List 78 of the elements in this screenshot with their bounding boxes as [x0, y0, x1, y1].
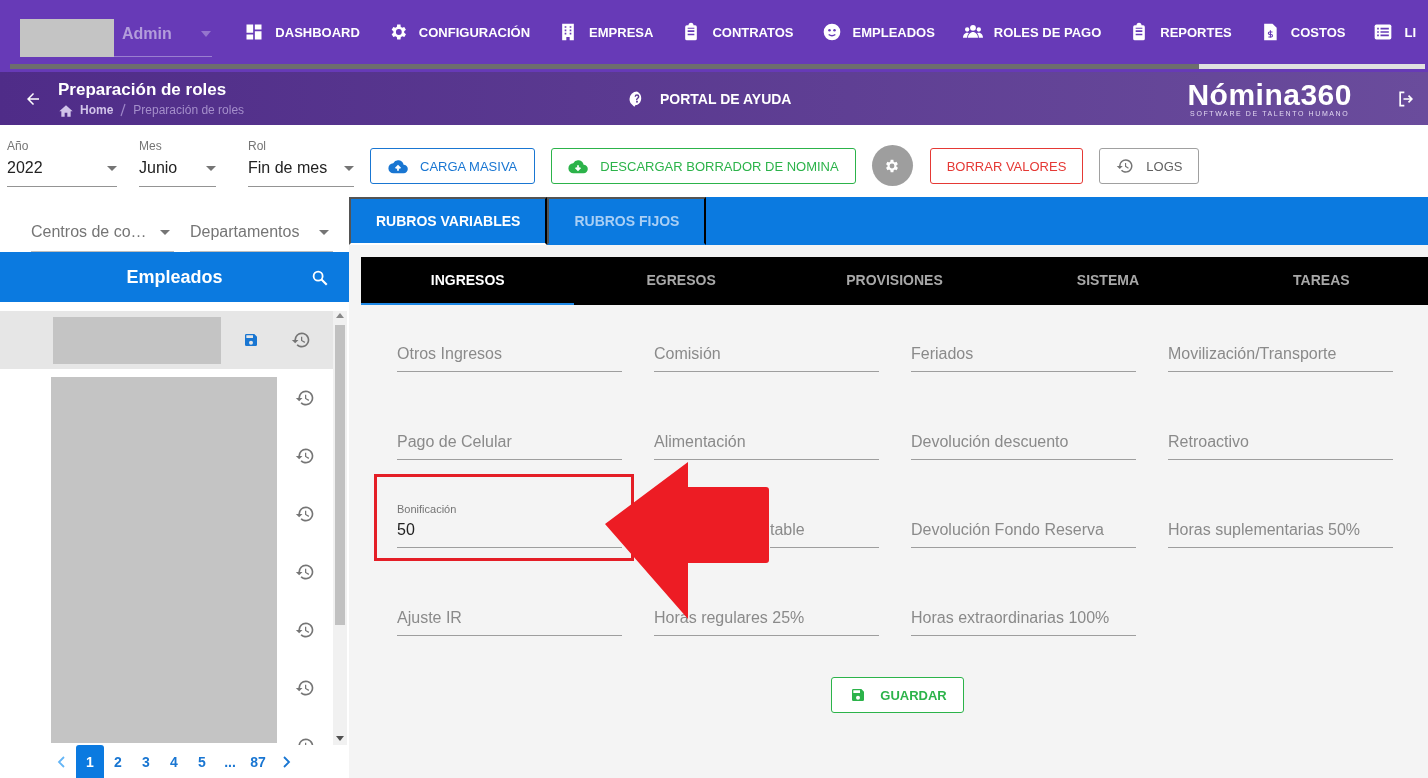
cloud-upload-icon	[388, 158, 408, 174]
tab[interactable]: SISTEMA	[1001, 257, 1215, 305]
input-field[interactable]: Comisión	[654, 312, 879, 372]
input-field[interactable]: Otros Ingresos	[397, 312, 622, 372]
scroll-down-icon	[336, 736, 344, 741]
nav-link[interactable]: CONTRATOS	[665, 12, 806, 52]
logo-text: Nómina360	[1187, 80, 1352, 110]
input-field[interactable]: table	[770, 488, 879, 548]
user-select[interactable]: Admin	[20, 11, 213, 57]
dropdown-caret-icon	[206, 165, 216, 171]
nav-link[interactable]: REPORTES	[1113, 12, 1244, 52]
page-link[interactable]: 3	[132, 745, 160, 778]
history-icon[interactable]	[295, 678, 315, 698]
input-field[interactable]: Horas extraordinarias 100%	[911, 576, 1136, 636]
dropdown-caret-icon	[344, 165, 354, 171]
caret-icon	[200, 29, 213, 38]
nav-link[interactable]: DASHBOARD	[228, 12, 372, 52]
tab[interactable]: EGRESOS	[574, 257, 788, 305]
page-title: Preparación de roles	[58, 80, 228, 100]
page-link[interactable]: 2	[104, 745, 132, 778]
slash-icon	[119, 103, 128, 117]
home-icon	[58, 103, 74, 117]
nav-link[interactable]: ROLES DE PAGO	[946, 12, 1114, 52]
nav-link[interactable]: CONFIGURACIÓN	[371, 12, 543, 52]
nav-link[interactable]: EMPLEADOS	[805, 12, 947, 52]
page-link[interactable]: 87	[244, 745, 272, 778]
page-link[interactable]: 1	[76, 745, 104, 778]
page-link[interactable]: 5	[188, 745, 216, 778]
dropdown-caret-icon	[319, 229, 329, 235]
clear-values-button[interactable]: BORRAR VALORES	[929, 148, 1084, 184]
page-link[interactable]: ...	[216, 745, 244, 778]
dropdown-caret-icon	[160, 229, 170, 235]
input-field[interactable]: Devolución Fondo Reserva	[911, 488, 1136, 548]
history-icon	[1116, 157, 1135, 175]
tab[interactable]: TAREAS	[1214, 257, 1428, 305]
input-field[interactable]: Feriados	[911, 312, 1136, 372]
input-field[interactable]: Movilización/Transporte	[1168, 312, 1393, 372]
tab[interactable]: INGRESOS	[361, 257, 575, 305]
logs-button[interactable]: LOGS	[1099, 148, 1200, 184]
bulk-upload-button[interactable]: CARGA MASIVA	[370, 148, 536, 184]
input-field[interactable]: Retroactivo	[1168, 400, 1393, 460]
history-icon[interactable]	[295, 562, 315, 582]
history-icon[interactable]	[295, 446, 315, 466]
history-icon[interactable]	[295, 504, 315, 524]
history-icon[interactable]	[291, 330, 311, 350]
select-field[interactable]: Mes Junio	[139, 139, 216, 187]
help-portal-link[interactable]: PORTAL DE AYUDA	[628, 89, 792, 108]
cloud-download-icon	[568, 158, 589, 174]
nav-link[interactable]: LI	[1357, 12, 1428, 52]
nav-link[interactable]: EMPRESA	[542, 12, 666, 52]
list-icon	[1373, 22, 1394, 42]
save-icon[interactable]	[243, 332, 259, 348]
history-icon[interactable]	[295, 620, 315, 640]
tab[interactable]: RUBROS VARIABLES	[349, 197, 548, 245]
input-field[interactable]: Ajuste IR	[397, 576, 622, 636]
breadcrumb-link[interactable]: Home	[58, 103, 114, 117]
input-field[interactable]: Pago de Celular	[397, 400, 622, 460]
input-field[interactable]: Devolución descuento	[911, 400, 1136, 460]
page-link[interactable]: 4	[160, 745, 188, 778]
tab[interactable]: PROVISIONES	[787, 257, 1002, 305]
input-field[interactable]: Horas suplementarias 50%	[1168, 488, 1393, 548]
scrollbar[interactable]	[333, 311, 347, 745]
dropdown-caret-icon	[107, 165, 117, 171]
save-button[interactable]: GUARDAR	[831, 677, 964, 713]
select-field[interactable]: Año 2022	[7, 139, 117, 187]
employees-title: Empleados	[126, 266, 223, 288]
smiley-face-icon	[821, 22, 842, 42]
download-draft-button[interactable]: DESCARGAR BORRADOR DE NOMINA	[551, 148, 856, 184]
nav-link[interactable]: COSTOS	[1243, 12, 1358, 52]
scroll-up-icon	[336, 313, 344, 318]
save-icon	[850, 687, 867, 703]
dashboard-icon	[244, 22, 265, 42]
history-icon[interactable]	[295, 388, 315, 408]
input-field[interactable]: Alimentación	[654, 400, 879, 460]
settings-button[interactable]	[871, 145, 913, 186]
select-field[interactable]: Rol Fin de mes	[248, 139, 354, 187]
breadcrumb-current: Preparación de roles	[133, 103, 245, 117]
search-icon[interactable]	[311, 269, 329, 287]
